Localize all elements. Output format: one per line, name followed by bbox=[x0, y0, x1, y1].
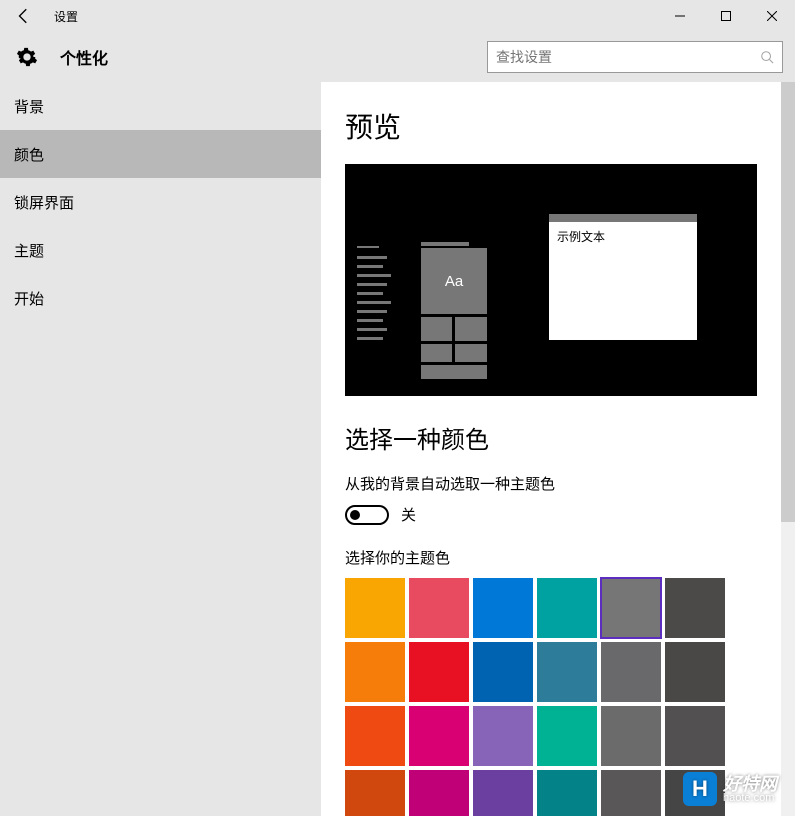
color-swatch[interactable] bbox=[473, 642, 533, 702]
color-swatch[interactable] bbox=[409, 642, 469, 702]
toggle-state-label: 关 bbox=[401, 504, 416, 525]
minimize-button[interactable] bbox=[657, 0, 703, 32]
maximize-button[interactable] bbox=[703, 0, 749, 32]
choose-color-heading: 选择一种颜色 bbox=[345, 420, 771, 455]
sidebar-item-colors[interactable]: 颜色 bbox=[0, 130, 321, 178]
color-swatch[interactable] bbox=[665, 642, 725, 702]
color-swatch[interactable] bbox=[473, 706, 533, 766]
preview-sample-text: 示例文本 bbox=[549, 222, 697, 251]
color-swatch[interactable] bbox=[537, 770, 597, 816]
color-swatch[interactable] bbox=[473, 770, 533, 816]
watermark-badge: H bbox=[683, 772, 717, 806]
sidebar-item-start[interactable]: 开始 bbox=[0, 274, 321, 322]
scrollbar[interactable] bbox=[781, 82, 795, 816]
color-swatch[interactable] bbox=[409, 578, 469, 638]
color-swatch[interactable] bbox=[345, 706, 405, 766]
close-button[interactable] bbox=[749, 0, 795, 32]
color-swatch[interactable] bbox=[601, 770, 661, 816]
sidebar-item-lockscreen[interactable]: 锁屏界面 bbox=[0, 178, 321, 226]
color-swatch[interactable] bbox=[601, 706, 661, 766]
window-title: 设置 bbox=[54, 8, 78, 25]
sidebar-item-themes[interactable]: 主题 bbox=[0, 226, 321, 274]
color-swatch[interactable] bbox=[409, 706, 469, 766]
color-swatch[interactable] bbox=[665, 578, 725, 638]
color-swatches bbox=[345, 578, 733, 816]
sidebar: 背景 颜色 锁屏界面 主题 开始 bbox=[0, 82, 321, 816]
color-swatch[interactable] bbox=[537, 706, 597, 766]
search-box[interactable] bbox=[487, 41, 783, 73]
color-swatch[interactable] bbox=[409, 770, 469, 816]
watermark: H 好特网 haote.com bbox=[683, 772, 777, 806]
auto-pick-label: 从我的背景自动选取一种主题色 bbox=[345, 473, 771, 494]
color-swatch[interactable] bbox=[601, 642, 661, 702]
search-input[interactable] bbox=[496, 49, 760, 65]
color-swatch[interactable] bbox=[601, 578, 661, 638]
color-swatch[interactable] bbox=[345, 642, 405, 702]
preview-tile-text: Aa bbox=[421, 248, 487, 314]
search-icon bbox=[760, 50, 774, 64]
auto-pick-toggle[interactable] bbox=[345, 505, 389, 525]
color-swatch[interactable] bbox=[345, 770, 405, 816]
color-swatch[interactable] bbox=[473, 578, 533, 638]
back-button[interactable] bbox=[0, 0, 48, 32]
color-swatch[interactable] bbox=[345, 578, 405, 638]
sidebar-item-background[interactable]: 背景 bbox=[0, 82, 321, 130]
preview-pane: Aa 示例文本 bbox=[345, 164, 757, 396]
preview-heading: 预览 bbox=[345, 106, 771, 146]
choose-accent-label: 选择你的主题色 bbox=[345, 547, 771, 568]
scrollbar-thumb[interactable] bbox=[781, 82, 795, 522]
color-swatch[interactable] bbox=[537, 578, 597, 638]
color-swatch[interactable] bbox=[537, 642, 597, 702]
page-title: 个性化 bbox=[60, 45, 108, 69]
color-swatch[interactable] bbox=[665, 706, 725, 766]
gear-icon bbox=[16, 46, 38, 68]
